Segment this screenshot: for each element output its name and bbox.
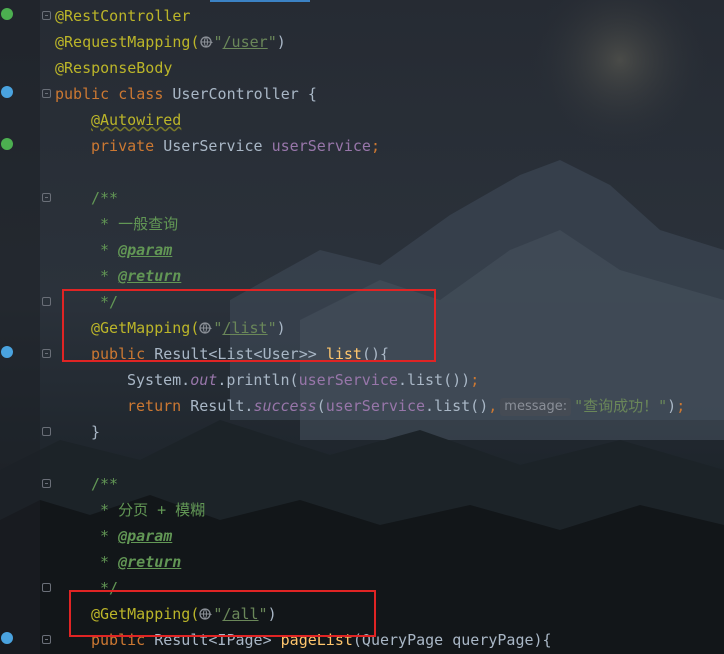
fold-marker-icon[interactable] xyxy=(42,427,51,436)
fold-marker-icon[interactable] xyxy=(42,193,51,202)
code-line[interactable]: } xyxy=(0,419,724,445)
code-line[interactable]: * 一般查询 xyxy=(0,211,724,237)
gutter-bean-icon[interactable] xyxy=(1,346,13,358)
code-token: * 分页 + 模糊 xyxy=(91,501,206,519)
code-token: /** xyxy=(91,475,119,493)
gutter-bean-icon[interactable] xyxy=(1,8,13,20)
code-token: * xyxy=(91,267,119,285)
code-token: @Autowired xyxy=(91,111,182,129)
code-line[interactable]: @ResponseBody xyxy=(0,55,724,81)
code-token: * xyxy=(91,553,119,571)
code-text: @ResponseBody xyxy=(55,55,172,81)
code-text: * @param xyxy=(91,523,172,549)
parameter-hint: message: xyxy=(500,398,572,416)
highlight-box-list-mapping xyxy=(62,289,436,362)
fold-marker-icon[interactable] xyxy=(42,11,51,20)
code-line[interactable]: /** xyxy=(0,185,724,211)
code-token: return xyxy=(127,397,191,415)
code-text: @RequestMapping( "/user") xyxy=(55,29,286,55)
gutter-bean-icon[interactable] xyxy=(1,86,13,98)
code-line[interactable]: * @return xyxy=(0,549,724,575)
code-token: System. xyxy=(127,371,191,389)
code-text: public class UserController { xyxy=(55,81,317,107)
fold-marker-icon[interactable] xyxy=(42,297,51,306)
fold-marker-icon[interactable] xyxy=(42,583,51,592)
code-token: ( xyxy=(316,397,326,415)
code-line[interactable]: * @return xyxy=(0,263,724,289)
code-token: @return xyxy=(118,267,182,285)
code-line[interactable]: @Autowired xyxy=(0,107,724,133)
code-token: " xyxy=(267,33,277,51)
code-token: " xyxy=(213,33,223,51)
url-globe-icon[interactable] xyxy=(199,33,214,51)
code-line[interactable]: * @param xyxy=(0,237,724,263)
code-text: private UserService userService; xyxy=(91,133,380,159)
code-token: @RequestMapping( xyxy=(55,33,200,51)
code-token: userService xyxy=(325,397,426,415)
code-line[interactable]: * @param xyxy=(0,523,724,549)
code-token: .println( xyxy=(217,371,299,389)
code-line[interactable]: * 分页 + 模糊 xyxy=(0,497,724,523)
code-text: * 分页 + 模糊 xyxy=(91,497,205,523)
code-token: userService xyxy=(271,137,371,155)
code-token: Result. xyxy=(190,397,254,415)
code-token: ; xyxy=(470,371,480,389)
code-token: } xyxy=(91,423,101,441)
code-token: ; xyxy=(370,137,380,155)
code-token: @ResponseBody xyxy=(55,59,173,77)
code-line[interactable]: @RestController xyxy=(0,3,724,29)
code-token: private xyxy=(91,137,164,155)
code-token: "查询成功！" xyxy=(574,397,668,415)
code-token: @return xyxy=(118,553,182,571)
code-token: UserService xyxy=(163,137,272,155)
code-token: /** xyxy=(91,189,119,207)
active-tab-indicator xyxy=(210,0,310,2)
code-text: * 一般查询 xyxy=(91,211,178,237)
code-line[interactable] xyxy=(0,445,724,471)
code-token: out xyxy=(190,371,218,389)
code-line[interactable]: System.out.println(userService.list()); xyxy=(0,367,724,393)
code-token: success xyxy=(253,397,317,415)
code-text: * @param xyxy=(91,237,172,263)
code-token: ; xyxy=(676,397,686,415)
fold-marker-icon[interactable] xyxy=(42,89,51,98)
code-text: System.out.println(userService.list()); xyxy=(127,367,479,393)
code-line[interactable]: public class UserController { xyxy=(0,81,724,107)
code-token: * 一般查询 xyxy=(91,215,179,233)
highlight-box-all-mapping xyxy=(69,590,376,637)
code-token: (QueryPage queryPage){ xyxy=(352,631,552,649)
fold-marker-icon[interactable] xyxy=(42,479,51,488)
code-line[interactable]: return Result.success(userService.list()… xyxy=(0,393,724,419)
code-text: * @return xyxy=(91,549,181,575)
code-line[interactable] xyxy=(0,159,724,185)
code-token: @RestController xyxy=(55,7,191,25)
code-token: /user xyxy=(222,33,268,51)
code-token: , xyxy=(488,397,498,415)
code-text: /** xyxy=(91,471,118,497)
code-line[interactable]: private UserService userService; xyxy=(0,133,724,159)
code-text: * @return xyxy=(91,263,181,289)
code-token: * xyxy=(91,527,119,545)
fold-marker-icon[interactable] xyxy=(42,349,51,358)
code-token: @param xyxy=(118,241,173,259)
code-token: .list()) xyxy=(397,371,471,389)
code-text: /** xyxy=(91,185,118,211)
code-token: userService xyxy=(298,371,398,389)
code-token: @param xyxy=(118,527,173,545)
code-text: return Result.success(userService.list()… xyxy=(127,393,685,419)
code-token: * xyxy=(91,241,119,259)
code-line[interactable]: @RequestMapping( "/user") xyxy=(0,29,724,55)
code-text: @RestController xyxy=(55,3,190,29)
code-token: UserController { xyxy=(172,85,317,103)
code-line[interactable]: /** xyxy=(0,471,724,497)
gutter-bean-icon[interactable] xyxy=(1,632,13,644)
code-text: } xyxy=(91,419,100,445)
code-text: @Autowired xyxy=(91,107,181,133)
code-token: ) xyxy=(276,33,286,51)
fold-marker-icon[interactable] xyxy=(42,635,51,644)
code-token: public class xyxy=(55,85,173,103)
code-token: .list() xyxy=(425,397,489,415)
gutter-bean-icon[interactable] xyxy=(1,138,13,150)
code-token: ) xyxy=(667,397,677,415)
